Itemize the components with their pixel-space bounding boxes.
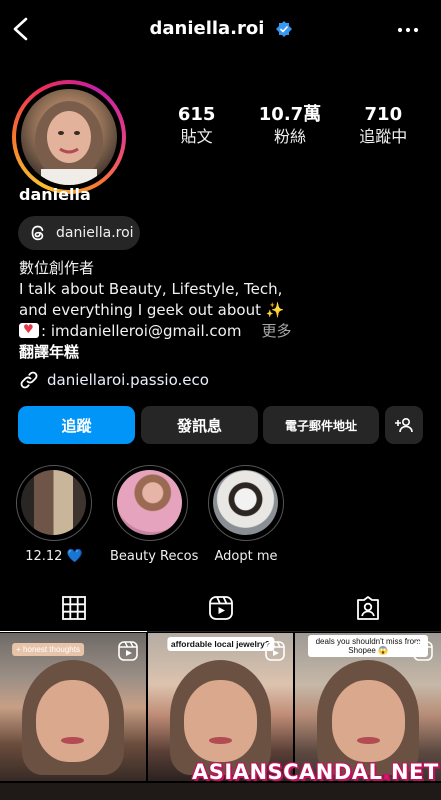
bio-line-1: I talk about Beauty, Lifestyle, Tech,: [19, 280, 283, 298]
bio-email-line: : imdanielleroi@gmail.com 更多: [19, 321, 429, 342]
tab-posts[interactable]: [0, 584, 147, 632]
bio-line-2: and everything I geek out about ✨: [19, 301, 285, 319]
posts-count[interactable]: 615 貼文: [152, 104, 242, 148]
profile-username-title: daniella.roi: [149, 18, 265, 39]
tagged-icon: [356, 595, 379, 620]
highlight-item[interactable]: Adopt me: [206, 465, 286, 564]
email-button[interactable]: 電子郵件地址: [263, 406, 379, 444]
threads-badge[interactable]: daniella.roi: [18, 216, 140, 250]
message-button[interactable]: 發訊息: [141, 406, 258, 444]
grid-post[interactable]: deals you shouldn't miss from Shopee 😱: [295, 633, 441, 781]
tab-tagged[interactable]: [294, 584, 441, 631]
suggested-users-button[interactable]: [385, 406, 423, 444]
bio-email: : imdanielleroi@gmail.com: [41, 322, 242, 340]
bio-category: 數位創作者: [19, 259, 95, 277]
watermark: ASIANSCANDAL.NET: [192, 760, 439, 784]
next-row-preview: [0, 783, 441, 800]
highlight-cover: [213, 470, 278, 535]
verified-badge-icon: [275, 21, 292, 37]
grid-post[interactable]: + honest thoughts: [0, 633, 146, 781]
reel-badge-icon: [117, 641, 138, 661]
bio: 數位創作者 I talk about Beauty, Lifestyle, Te…: [19, 258, 429, 363]
avatar: [21, 89, 117, 185]
follow-button[interactable]: 追蹤: [18, 406, 135, 444]
highlight-label: Beauty Recos: [110, 549, 199, 564]
profile-stats: 615 貼文 10.7萬 粉絲 710 追蹤中: [150, 104, 430, 148]
following-count[interactable]: 710 追蹤中: [338, 104, 428, 148]
grid-icon: [61, 595, 86, 620]
highlight-cover: [117, 470, 182, 535]
highlight-item[interactable]: 12.12 💙: [14, 465, 94, 564]
profile-tabs: [0, 584, 441, 632]
post-caption: deals you shouldn't miss from Shopee 😱: [308, 635, 429, 657]
reel-badge-icon: [413, 641, 433, 661]
post-caption: affordable local jewelry?: [166, 637, 275, 651]
love-letter-icon: [19, 322, 39, 338]
add-person-icon: [395, 417, 413, 433]
bio-more-link[interactable]: 更多: [261, 322, 291, 340]
highlight-label: Adopt me: [214, 549, 278, 564]
avatar-story-ring[interactable]: [12, 80, 126, 194]
external-link-text: daniellaroi.passio.eco: [47, 371, 209, 389]
highlight-item[interactable]: Beauty Recos: [110, 465, 199, 564]
tab-reels[interactable]: [147, 584, 294, 631]
external-link[interactable]: daniellaroi.passio.eco: [19, 370, 209, 390]
reels-icon: [208, 595, 233, 620]
header-title-wrap: daniella.roi: [0, 18, 441, 39]
followers-count[interactable]: 10.7萬 粉絲: [245, 104, 335, 148]
reel-badge-icon: [265, 641, 286, 661]
threads-icon: [31, 225, 44, 241]
more-options-icon[interactable]: [397, 20, 419, 40]
grid-post[interactable]: affordable local jewelry?: [147, 633, 294, 781]
link-icon: [20, 371, 38, 389]
translate-link[interactable]: 翻譯年糕: [19, 342, 429, 363]
top-bar: daniella.roi: [0, 0, 441, 62]
post-caption: + honest thoughts: [12, 643, 84, 656]
highlight-label: 12.12 💙: [25, 549, 83, 564]
display-name: daniella: [19, 185, 91, 204]
threads-handle: daniella.roi: [56, 225, 134, 241]
highlight-cover: [21, 470, 86, 535]
